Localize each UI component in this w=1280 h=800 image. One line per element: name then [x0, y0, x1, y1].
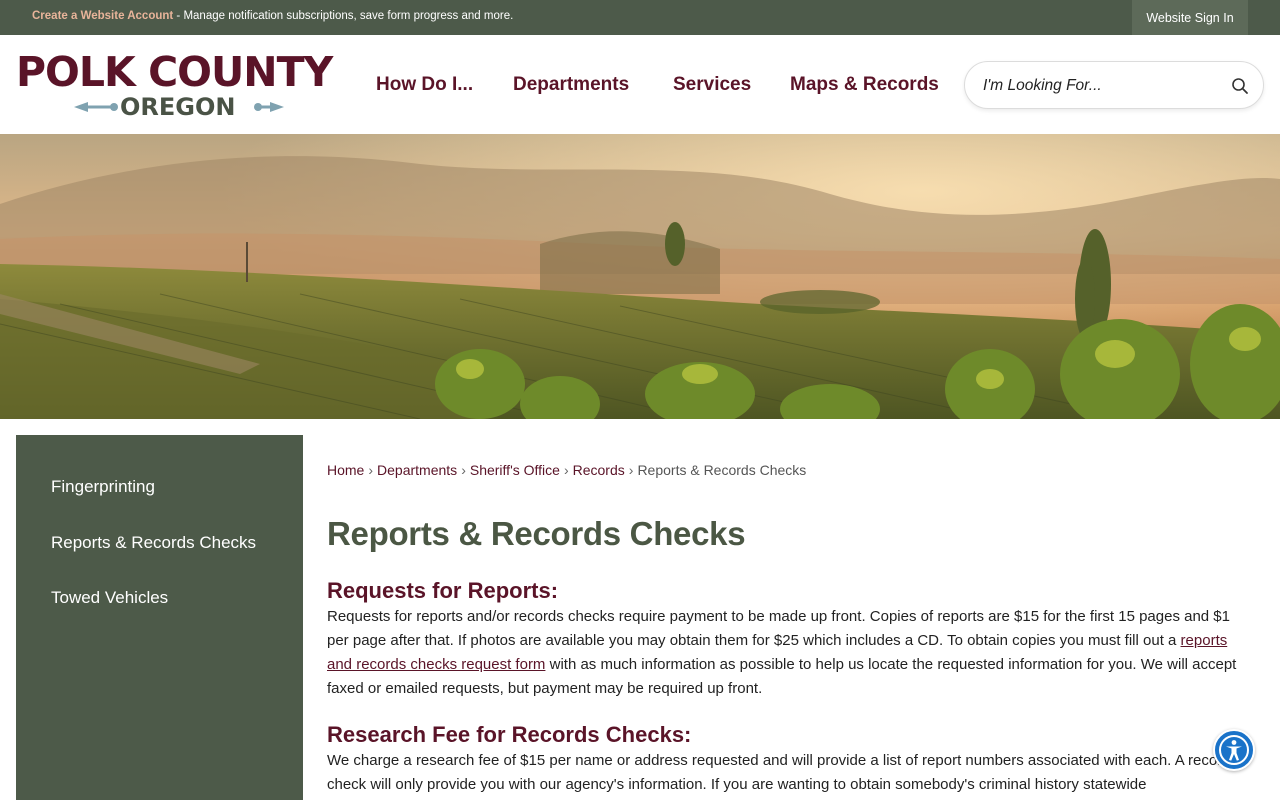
breadcrumb-current: Reports & Records Checks [637, 462, 807, 478]
breadcrumb-separator: › [461, 462, 466, 478]
create-account-link[interactable]: Create a Website Account [32, 10, 173, 22]
section-text-requests: Requests for reports and/or records chec… [327, 605, 1247, 701]
top-bar: Create a Website Account - Manage notifi… [0, 0, 1280, 35]
breadcrumb-separator: › [563, 462, 569, 478]
site-header: POLK COUNTY OREGON How Do I... Departmen… [0, 35, 1280, 134]
create-account-description: - Manage notification subscriptions, sav… [173, 10, 514, 22]
sidebar-nav: Fingerprinting Reports & Records Checks … [16, 435, 303, 800]
breadcrumb: Home › Departments › Sheriff's Office › Record… [327, 462, 806, 478]
sidebar-item-towed-vehicles[interactable]: Towed Vehicles [51, 588, 168, 608]
nav-maps-records[interactable]: Maps & Records [790, 35, 939, 134]
logo-subtitle-row: OREGON [16, 93, 346, 121]
vineyard-landscape-image [0, 134, 1280, 419]
logo-title: POLK COUNTY [16, 48, 333, 96]
hero-banner-image [0, 134, 1280, 419]
accessibility-icon [1219, 735, 1249, 765]
page-title: Reports & Records Checks [327, 515, 746, 552]
site-search [964, 61, 1264, 109]
accessibility-button[interactable] [1213, 729, 1255, 771]
nav-departments[interactable]: Departments [513, 35, 629, 134]
website-sign-in-button[interactable]: Website Sign In [1132, 0, 1248, 35]
nav-services[interactable]: Services [673, 35, 751, 134]
nav-how-do-i[interactable]: How Do I... [376, 35, 473, 134]
section-heading-research-fee: Research Fee for Records Checks: [327, 722, 692, 747]
create-account-notice: Create a Website Account - Manage notifi… [32, 10, 513, 22]
sidebar-item-fingerprinting[interactable]: Fingerprinting [51, 477, 155, 497]
sidebar-item-reports-records-checks[interactable]: Reports & Records Checks [51, 533, 256, 553]
site-logo[interactable]: POLK COUNTY OREGON [16, 49, 346, 123]
breadcrumb-separator: › [368, 462, 374, 478]
breadcrumb-home[interactable]: Home [327, 462, 364, 478]
section-heading-requests: Requests for Reports: [327, 578, 559, 603]
breadcrumb-separator: › [628, 462, 634, 478]
breadcrumb-records[interactable]: Records [573, 462, 625, 478]
search-icon[interactable] [1231, 77, 1249, 95]
section-text-research-fee: We charge a research fee of $15 per name… [327, 752, 1239, 793]
breadcrumb-departments[interactable]: Departments [377, 462, 457, 478]
requests-text-before: Requests for reports and/or records chec… [327, 608, 1230, 649]
breadcrumb-sheriffs-office[interactable]: Sheriff's Office [470, 462, 560, 478]
search-input[interactable] [983, 74, 1223, 98]
logo-oregon: OREGON [120, 93, 236, 121]
